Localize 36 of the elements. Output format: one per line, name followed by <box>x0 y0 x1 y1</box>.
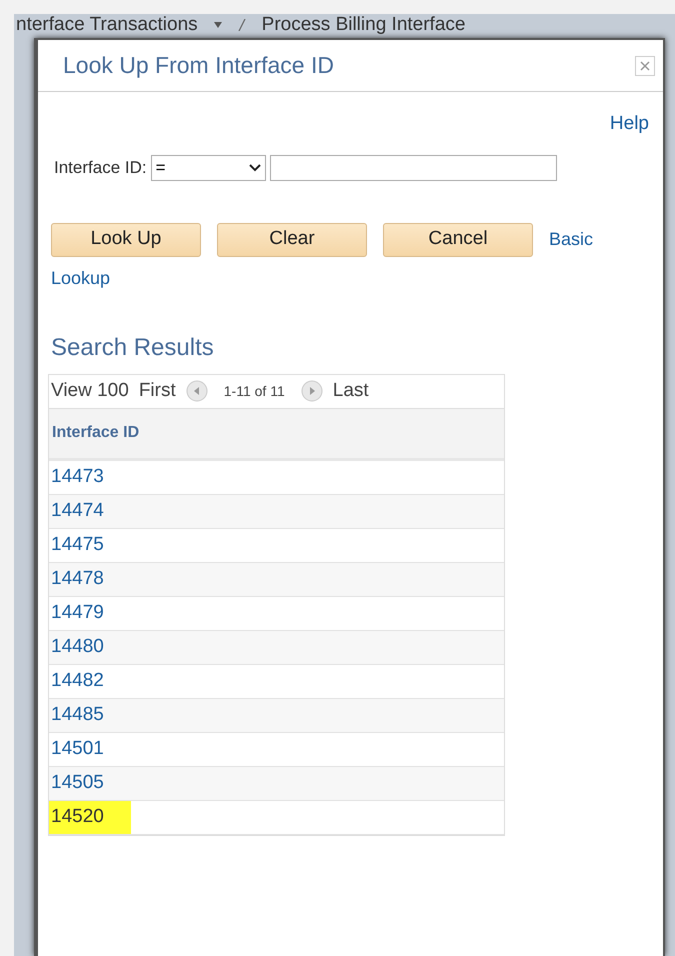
section-title: Search Results <box>51 334 214 360</box>
next-icon[interactable] <box>300 380 323 402</box>
interface-id-link[interactable]: 14520 <box>49 800 131 834</box>
interface-id-link[interactable]: 14501 <box>49 734 106 764</box>
help-link[interactable]: Help <box>610 110 649 138</box>
basic-link[interactable]: Basic <box>549 226 594 253</box>
interface-id-link[interactable]: 14505 <box>49 768 106 798</box>
operator-dropdown[interactable]: = <box>150 154 266 180</box>
interface-id-link[interactable]: 14479 <box>49 598 106 628</box>
breadcrumb-menu[interactable]: nterface Transactions <box>16 17 198 33</box>
column-header[interactable]: Interface ID <box>52 421 140 445</box>
field-label: Interface ID: <box>54 156 147 179</box>
chevron-icon <box>248 164 261 172</box>
action-button[interactable]: Cancel <box>383 222 533 256</box>
interface-id-link[interactable]: 14474 <box>49 496 106 526</box>
row-count: 1-11 of 11 <box>222 382 286 400</box>
interface-id-field[interactable] <box>270 154 557 180</box>
close-icon <box>640 60 650 70</box>
close-button[interactable] <box>635 56 655 76</box>
interface-id-link[interactable]: 14480 <box>49 632 106 662</box>
action-button[interactable]: Look Up <box>51 222 201 256</box>
interface-id-link[interactable]: 14478 <box>49 564 106 594</box>
lookup-link[interactable]: Lookup <box>51 268 110 288</box>
interface-id-link[interactable]: 14482 <box>49 666 106 696</box>
dialog-title: Look Up From Interface ID <box>63 51 334 80</box>
interface-id-link[interactable]: 14475 <box>49 530 106 560</box>
view-all-link[interactable]: View 100 <box>51 376 129 406</box>
interface-id-link[interactable]: 14473 <box>49 462 106 492</box>
last-link[interactable]: Last <box>332 376 369 406</box>
separator-icon <box>238 19 246 31</box>
previous-icon[interactable] <box>186 380 208 402</box>
action-button[interactable]: Clear <box>217 222 367 256</box>
first-link[interactable]: First <box>138 376 176 406</box>
breadcrumb-item[interactable]: Process Billing Interface <box>262 17 466 33</box>
caret-icon <box>214 22 222 28</box>
interface-id-link[interactable]: 14485 <box>49 700 106 730</box>
